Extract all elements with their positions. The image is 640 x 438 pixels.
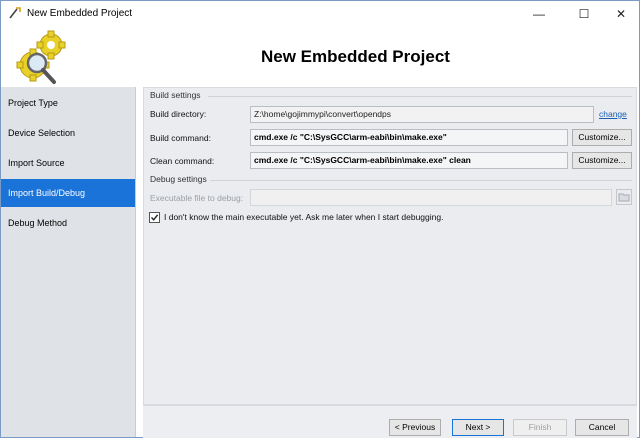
clean-command-label: Clean command: [150,156,215,166]
close-button[interactable]: ✕ [601,1,640,27]
page-title: New Embedded Project [261,47,450,66]
previous-button[interactable]: < Previous [389,419,441,436]
executable-label: Executable file to debug: [150,193,244,203]
gears-logo-icon [16,30,66,84]
finish-button: Finish [513,419,567,436]
wizard-window: New Embedded Project — ☐ ✕ New Embedded … [0,0,640,438]
browse-executable-button[interactable] [616,189,632,205]
wizard-sidebar: Project Type Device Selection Import Sou… [1,87,136,437]
executable-field[interactable] [250,189,612,206]
debug-settings-heading: Debug settings [150,174,207,184]
build-directory-field[interactable]: Z:\home\gojimmypi\convert\opendps [250,106,594,123]
checkmark-icon [150,214,159,221]
cancel-button[interactable]: Cancel [575,419,629,436]
sidebar-item-import-build-debug[interactable]: Import Build/Debug [1,179,135,207]
build-directory-label: Build directory: [150,109,207,119]
minimize-button[interactable]: — [519,1,559,27]
ask-later-label[interactable]: I don't know the main executable yet. As… [164,212,443,222]
sidebar-item-import-source[interactable]: Import Source [1,149,135,177]
maximize-button[interactable]: ☐ [564,1,604,27]
change-directory-link[interactable]: change [599,109,627,119]
title-bar: New Embedded Project — ☐ ✕ [1,1,639,27]
ask-later-checkbox[interactable] [149,212,160,223]
window-title: New Embedded Project [27,8,133,19]
build-settings-heading: Build settings [150,90,201,100]
debug-settings-divider [210,180,632,181]
build-command-field[interactable]: cmd.exe /c "C:\SysGCC\arm-eabi\bin\make.… [250,129,568,146]
wizard-header: New Embedded Project [1,27,639,87]
folder-icon [618,193,630,202]
clean-command-field[interactable]: cmd.exe /c "C:\SysGCC\arm-eabi\bin\make.… [250,152,568,169]
sidebar-item-debug-method[interactable]: Debug Method [1,209,135,237]
sidebar-item-project-type[interactable]: Project Type [1,89,135,117]
settings-panel: Build settings Build directory: Z:\home\… [143,87,637,405]
wizard-footer: < Previous Next > Finish Cancel [143,405,637,438]
build-settings-divider [208,96,632,97]
customize-build-button[interactable]: Customize... [572,129,632,146]
sidebar-item-device-selection[interactable]: Device Selection [1,119,135,147]
build-command-label: Build command: [150,133,211,143]
next-button[interactable]: Next > [452,419,504,436]
customize-clean-button[interactable]: Customize... [572,152,632,169]
app-icon [9,7,21,19]
